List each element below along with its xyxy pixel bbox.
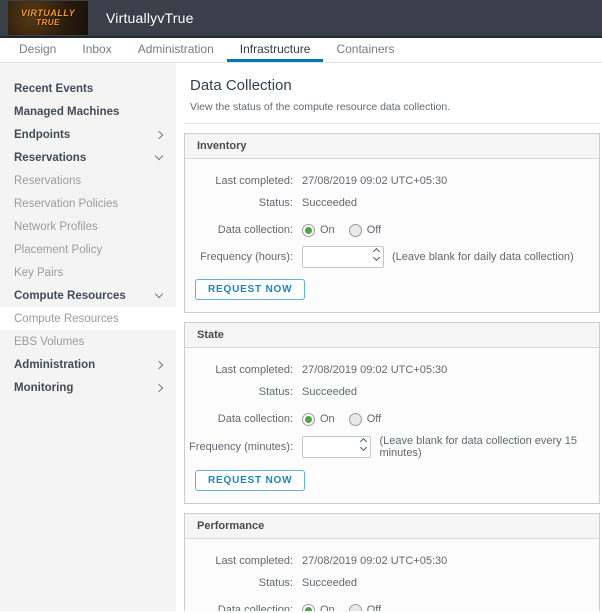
- brand-logo[interactable]: VIRTUALLY TRUE: [8, 1, 88, 35]
- section-performance-title: Performance: [185, 514, 599, 539]
- last-completed-label: Last completed:: [215, 555, 293, 567]
- sidebar: Recent Events Managed Machines Endpoints…: [0, 63, 176, 611]
- data-collection-label: Data collection:: [217, 413, 293, 425]
- top-bar: VIRTUALLY TRUE VirtuallyvTrue: [0, 0, 602, 38]
- number-stepper[interactable]: [360, 437, 368, 452]
- main-content: Data Collection View the status of the c…: [176, 63, 602, 611]
- radio-off[interactable]: [348, 223, 362, 237]
- data-collection-label: Data collection:: [217, 224, 293, 236]
- brand-logo-text-2: TRUE: [36, 18, 60, 27]
- radio-off[interactable]: [348, 412, 362, 426]
- frequency-label: Frequency (minutes):: [189, 441, 293, 453]
- radio-on[interactable]: [302, 223, 315, 237]
- radio-off-label[interactable]: Off: [367, 413, 381, 425]
- radio-on-label[interactable]: On: [320, 224, 335, 236]
- section-inventory-title: Inventory: [185, 134, 599, 159]
- last-completed-value: 27/08/2019 09:02 UTC+05:30: [302, 175, 448, 187]
- sidebar-item-network-profiles[interactable]: Network Profiles: [0, 215, 176, 238]
- sidebar-item-administration[interactable]: Administration: [0, 353, 176, 376]
- last-completed-label: Last completed:: [215, 364, 293, 376]
- section-performance: Performance Last completed: 27/08/2019 09…: [184, 513, 600, 611]
- sidebar-item-recent-events[interactable]: Recent Events: [0, 77, 176, 100]
- page-title: Data Collection: [190, 77, 292, 94]
- status-label: Status:: [258, 577, 293, 589]
- sidebar-item-reservations-group[interactable]: Reservations: [0, 146, 176, 169]
- stepper-down-icon[interactable]: [360, 443, 368, 452]
- data-collection-label: Data collection:: [217, 604, 293, 611]
- sidebar-item-monitoring[interactable]: Monitoring: [0, 376, 176, 399]
- sidebar-item-ebs-volumes[interactable]: EBS Volumes: [0, 330, 176, 353]
- chevron-right-icon: [154, 130, 164, 139]
- sidebar-item-key-pairs[interactable]: Key Pairs: [0, 261, 176, 284]
- radio-on-label[interactable]: On: [320, 604, 335, 611]
- sidebar-item-placement-policy[interactable]: Placement Policy: [0, 238, 176, 261]
- tab-administration[interactable]: Administration: [125, 38, 227, 62]
- radio-off-label[interactable]: Off: [367, 604, 381, 611]
- sidebar-item-endpoints[interactable]: Endpoints: [0, 123, 176, 146]
- tab-containers[interactable]: Containers: [323, 38, 407, 62]
- request-now-button[interactable]: REQUEST NOW: [195, 279, 306, 300]
- brand-logo-text-1: VIRTUALLY: [20, 8, 76, 18]
- radio-off-label[interactable]: Off: [367, 224, 381, 236]
- frequency-label: Frequency (hours):: [200, 251, 293, 263]
- divider: [184, 123, 600, 124]
- sidebar-item-compute-resources[interactable]: Compute Resources: [0, 307, 176, 330]
- radio-off[interactable]: [348, 603, 362, 611]
- tab-inbox[interactable]: Inbox: [69, 38, 124, 62]
- app-title: VirtuallyvTrue: [106, 10, 194, 26]
- sidebar-item-reservations[interactable]: Reservations: [0, 169, 176, 192]
- sidebar-item-managed-machines[interactable]: Managed Machines: [0, 100, 176, 123]
- section-inventory: Inventory Last completed: 27/08/2019 09:0…: [184, 133, 600, 313]
- frequency-hint: (Leave blank for data collection every 1…: [379, 435, 577, 459]
- last-completed-value: 27/08/2019 09:02 UTC+05:30: [302, 555, 448, 567]
- number-stepper[interactable]: [372, 247, 381, 262]
- section-state: State Last completed: 27/08/2019 09:02 UT…: [184, 322, 600, 504]
- status-value: Succeeded: [302, 386, 358, 398]
- radio-on-label[interactable]: On: [320, 413, 335, 425]
- tab-design[interactable]: Design: [6, 38, 69, 62]
- radio-on[interactable]: [302, 412, 315, 426]
- stepper-down-icon[interactable]: [372, 253, 381, 262]
- status-label: Status:: [258, 197, 293, 209]
- chevron-right-icon: [154, 360, 164, 369]
- request-now-button[interactable]: REQUEST NOW: [195, 470, 306, 491]
- page-subtitle: View the status of the compute resource …: [190, 101, 451, 113]
- sidebar-item-reservation-policies[interactable]: Reservation Policies: [0, 192, 176, 215]
- chevron-right-icon: [154, 383, 164, 392]
- tab-infrastructure[interactable]: Infrastructure: [226, 38, 324, 62]
- section-state-title: State: [185, 323, 599, 348]
- chevron-down-icon: [154, 289, 164, 299]
- last-completed-label: Last completed:: [215, 175, 293, 187]
- chevron-down-icon: [154, 151, 164, 161]
- sidebar-item-compute-resources-group[interactable]: Compute Resources: [0, 284, 176, 307]
- status-value: Succeeded: [302, 197, 358, 209]
- status-label: Status:: [258, 386, 293, 398]
- status-value: Succeeded: [302, 577, 358, 589]
- radio-on[interactable]: [302, 603, 315, 611]
- primary-nav: Design Inbox Administration Infrastructu…: [0, 38, 602, 63]
- last-completed-value: 27/08/2019 09:02 UTC+05:30: [302, 364, 448, 376]
- frequency-hint: (Leave blank for daily data collection): [392, 251, 574, 263]
